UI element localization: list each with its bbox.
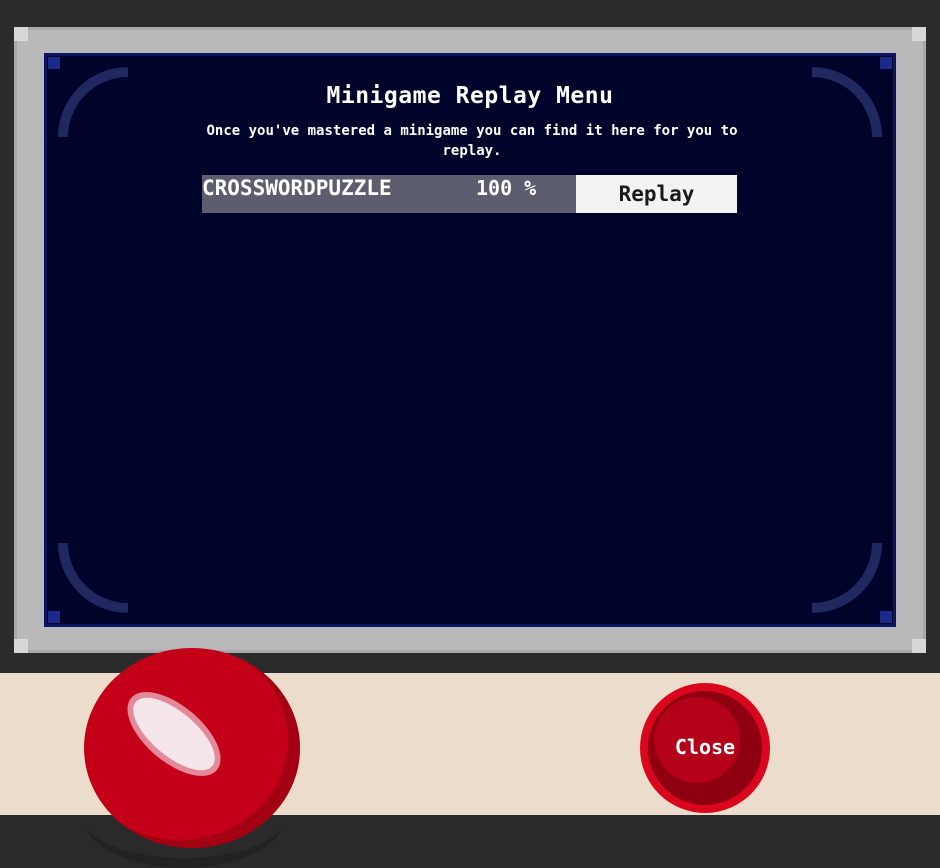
screen-corner-pixel: [880, 611, 892, 623]
minigame-row: CROSSWORDPUZZLE 100 % Replay: [202, 175, 738, 213]
bezel-corner: [14, 639, 28, 653]
minigame-name: CROSSWORDPUZZLE: [202, 176, 392, 200]
bezel-corner: [14, 27, 28, 41]
screen-glare: [44, 444, 227, 627]
screen-corner-pixel: [48, 611, 60, 623]
close-label: Close: [674, 735, 736, 759]
screen-corner-pixel: [48, 57, 60, 69]
button-highlight: [121, 685, 227, 783]
button-shadow: [84, 828, 284, 868]
game-screen: Minigame Replay Menu Once you've mastere…: [44, 53, 896, 627]
minigame-progress: 100 %: [476, 176, 537, 200]
red-action-button[interactable]: [84, 648, 300, 868]
close-button[interactable]: Close: [640, 683, 770, 813]
menu-description: Once you've mastered a minigame you can …: [206, 123, 738, 159]
bezel-corner: [912, 27, 926, 41]
replay-button[interactable]: Replay: [576, 175, 737, 213]
screen-corner-pixel: [880, 57, 892, 69]
screen-glare: [713, 444, 896, 627]
menu-title: Minigame Replay Menu: [326, 83, 614, 109]
bezel-corner: [912, 639, 926, 653]
